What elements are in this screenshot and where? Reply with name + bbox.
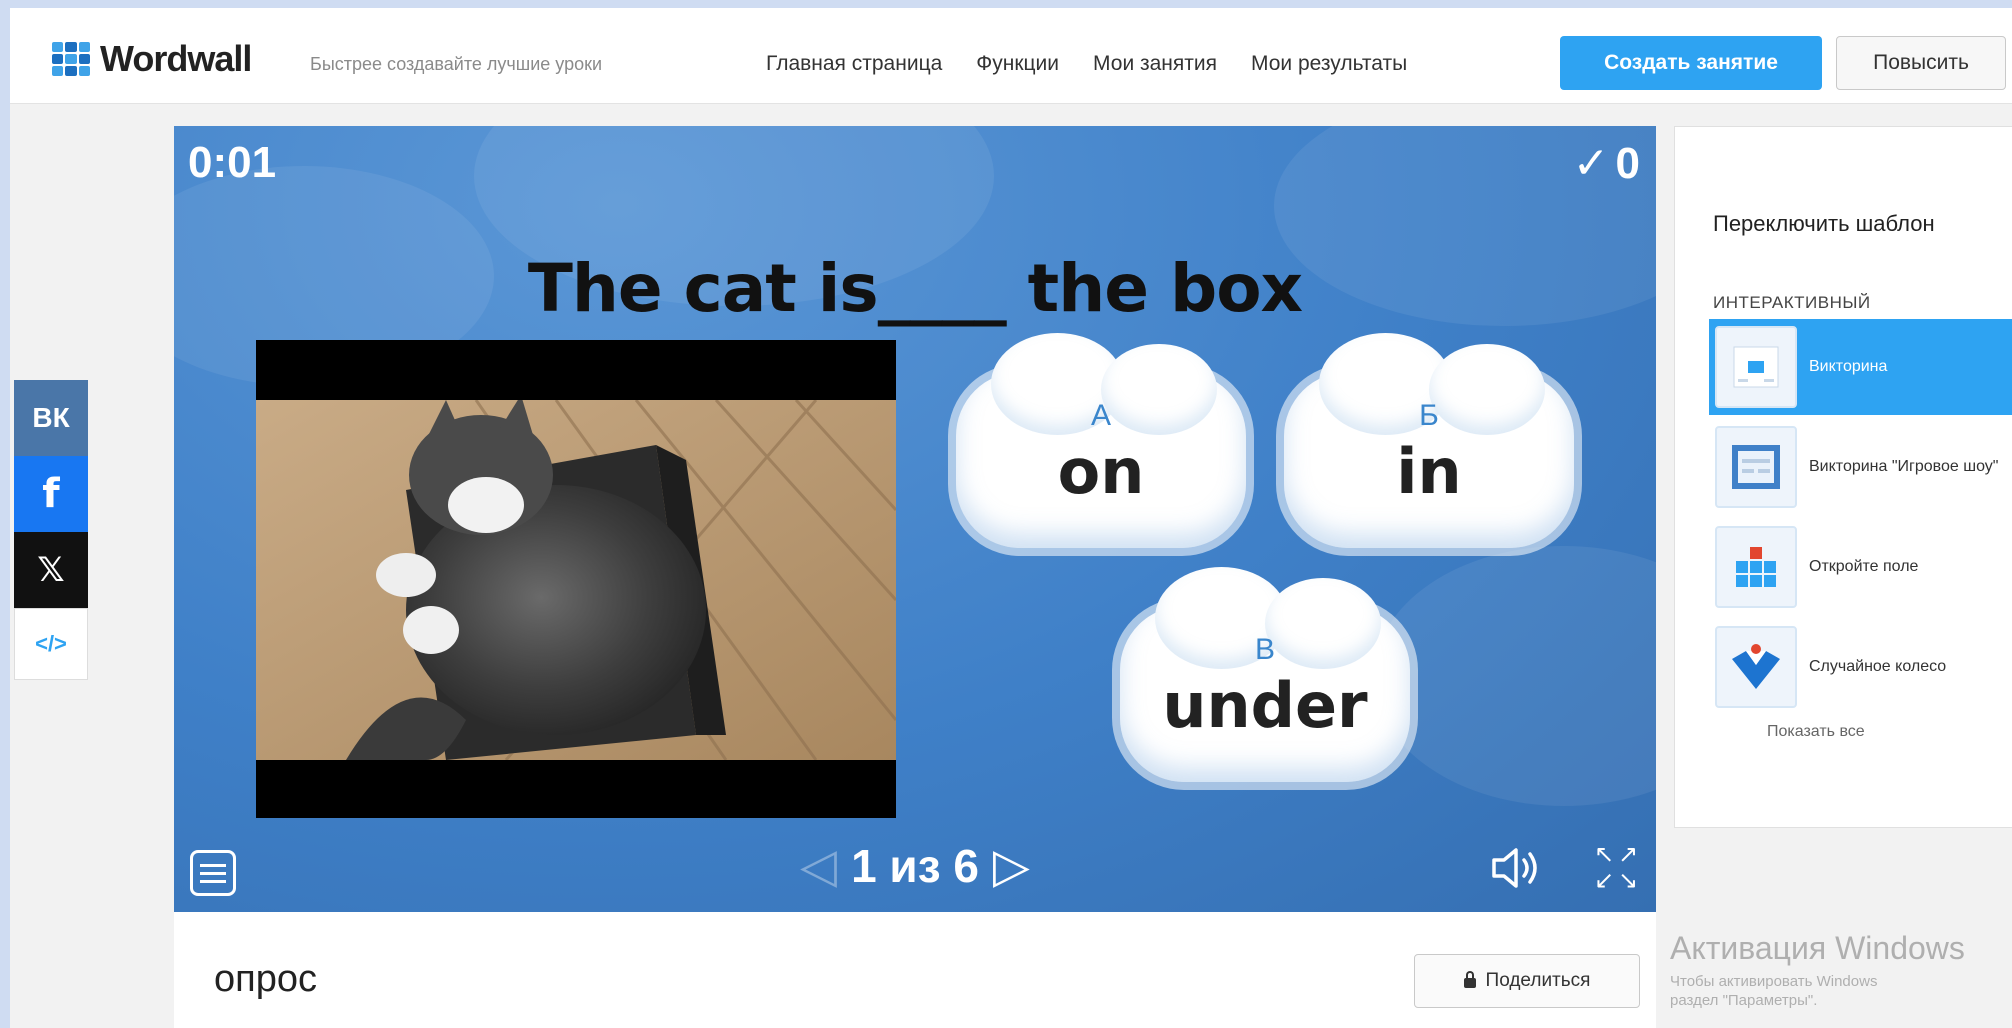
create-activity-button[interactable]: Создать занятие [1560, 36, 1822, 90]
previous-arrow-icon[interactable]: ◁ [800, 838, 837, 894]
activity-title: опрос [214, 958, 317, 1000]
page-counter: 1 из 6 [851, 840, 979, 892]
template-open-the-box[interactable]: Откройте поле [1715, 519, 2012, 615]
answer-option-a[interactable]: А on [956, 333, 1246, 548]
fullscreen-arrow: ↘ [1617, 866, 1639, 894]
nav-home[interactable]: Главная страница [766, 52, 942, 76]
next-arrow-icon[interactable]: ▷ [993, 838, 1030, 894]
wordwall-logo[interactable]: Wordwall [52, 38, 252, 80]
score-value: 0 [1615, 138, 1640, 188]
nav-my-results[interactable]: Мои результаты [1251, 52, 1407, 76]
facebook-icon: f [42, 471, 60, 517]
answer-text: in [1396, 434, 1462, 508]
main-nav: Главная страница Функции Мои занятия Мои… [766, 52, 1407, 76]
answer-option-c[interactable]: В under [1120, 567, 1410, 782]
vk-share-button[interactable]: ВК [14, 380, 88, 456]
template-label: Викторина "Игровое шоу" [1809, 458, 1999, 475]
template-quiz[interactable]: Викторина [1709, 319, 2012, 415]
score: ✓ 0 [1573, 138, 1640, 189]
question-pager: ◁ 1 из 6 ▷ [174, 838, 1656, 894]
sound-icon[interactable] [1490, 846, 1546, 900]
check-icon: ✓ [1572, 139, 1610, 188]
switch-template-panel: Переключить шаблон ИНТЕРАКТИВНЫЙ Виктори… [1674, 126, 2012, 828]
template-random-wheel[interactable]: Случайное колесо [1715, 619, 2012, 715]
game-player[interactable]: 0:01 ✓ 0 The cat is____ the box А on Б i… [174, 126, 1656, 912]
answer-text: under [1162, 668, 1368, 742]
facebook-share-button[interactable]: f [14, 456, 88, 532]
nav-features[interactable]: Функции [976, 52, 1059, 76]
logo-text: Wordwall [100, 38, 252, 79]
quiz-template-icon [1715, 326, 1797, 408]
template-label: Случайное колесо [1809, 658, 1947, 675]
fullscreen-arrow: ↗ [1617, 840, 1639, 868]
answer-option-b[interactable]: Б in [1284, 333, 1574, 548]
windows-activation-watermark: Активация Windows Чтобы активировать Win… [1670, 930, 1965, 1009]
fullscreen-arrow: ↙ [1593, 866, 1615, 894]
template-label: Викторина [1809, 358, 1888, 375]
timer: 0:01 [188, 138, 277, 187]
wordwall-logo-icon [52, 42, 90, 76]
fullscreen-arrow: ↖ [1593, 840, 1615, 868]
share-button[interactable]: Поделиться [1414, 954, 1640, 1008]
embed-icon: </> [35, 631, 67, 656]
upgrade-button[interactable]: Повысить [1836, 36, 2006, 90]
x-icon: 𝕏 [37, 550, 65, 590]
answer-letter: А [1090, 398, 1111, 432]
watermark-title: Активация Windows [1670, 930, 1965, 966]
nav-my-activities[interactable]: Мои занятия [1093, 52, 1217, 76]
share-label: Поделиться [1485, 970, 1591, 991]
template-label: Откройте поле [1809, 558, 1919, 575]
panel-section-heading: ИНТЕРАКТИВНЫЙ [1713, 293, 1871, 312]
watermark-line: Чтобы активировать Windows [1670, 973, 1878, 990]
open-box-template-icon [1715, 526, 1797, 608]
vk-icon: ВК [32, 402, 70, 433]
random-wheel-template-icon [1715, 626, 1797, 708]
panel-title: Переключить шаблон [1713, 211, 1935, 236]
cat-in-box-photo [256, 340, 896, 818]
question-text: The cat is____ the box [527, 250, 1303, 327]
answer-letter: В [1254, 632, 1275, 666]
tagline: Быстрее создавайте лучшие уроки [310, 54, 603, 74]
social-share-bar: ВК f 𝕏 </> [14, 380, 88, 680]
x-share-button[interactable]: 𝕏 [14, 532, 88, 608]
fullscreen-icon[interactable]: ↖ ↗ ↙ ↘ [1592, 842, 1640, 894]
answer-letter: Б [1419, 398, 1439, 432]
game-show-template-icon [1715, 426, 1797, 508]
top-navigation-bar: Wordwall Быстрее создавайте лучшие уроки… [10, 8, 2012, 104]
lock-icon [1463, 971, 1476, 988]
activity-info: опрос Поделиться [174, 912, 1656, 1028]
cat-photo-icon [256, 340, 896, 818]
embed-button[interactable]: </> [14, 608, 88, 680]
answer-text: on [1057, 434, 1145, 508]
template-game-show-quiz[interactable]: Викторина "Игровое шоу" [1715, 419, 2012, 515]
page: Wordwall Быстрее создавайте лучшие уроки… [10, 8, 2012, 1028]
show-all-link[interactable]: Показать все [1767, 723, 1865, 741]
watermark-line: раздел "Параметры". [1670, 992, 1818, 1009]
